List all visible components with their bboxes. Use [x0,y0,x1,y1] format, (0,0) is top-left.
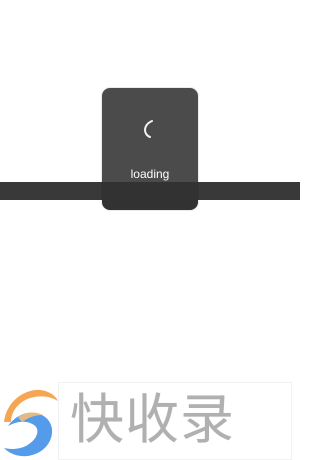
watermark-text-panel [58,382,292,460]
loading-label: loading [130,167,170,181]
watermark-logo-icon [4,389,58,457]
watermark-text: 快收录 [70,388,235,451]
spinner-icon [143,120,153,138]
loading-toast: loading [102,88,198,210]
